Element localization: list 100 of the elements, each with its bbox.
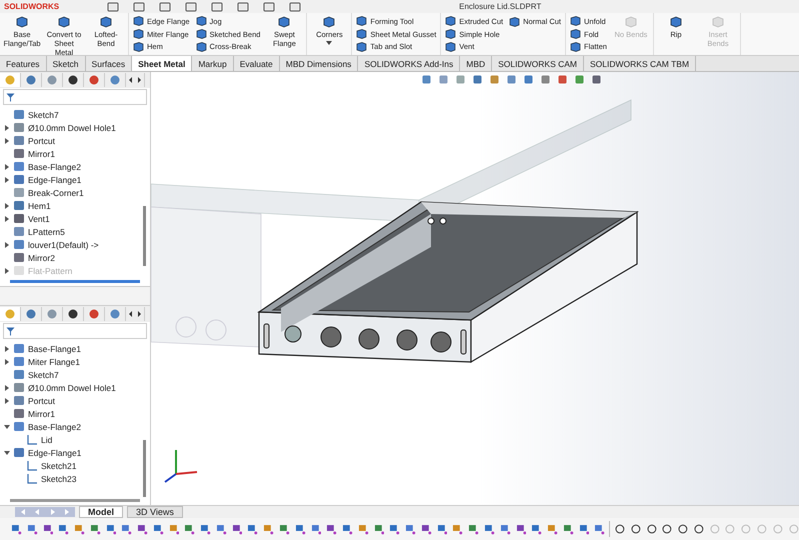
toolbar-icon[interactable] [237, 2, 250, 12]
toolbar-icon[interactable] [42, 523, 54, 535]
toolbar-icon[interactable] [262, 523, 274, 535]
sketch-tool-icon[interactable] [614, 523, 626, 535]
toolbar-icon[interactable] [498, 523, 510, 535]
toolbar-icon[interactable] [593, 523, 606, 535]
toolbar-icon[interactable] [546, 523, 558, 535]
expander-icon[interactable] [4, 424, 10, 430]
tree-item[interactable]: Vent1 [28, 214, 50, 224]
tree-item[interactable]: Base-Flange1 [28, 344, 81, 354]
expander-icon[interactable] [4, 242, 10, 248]
sketch-tool-icon[interactable] [630, 523, 642, 535]
tree-item[interactable]: Base-Flange2 [28, 162, 81, 172]
tree-item[interactable]: Lid [41, 434, 52, 444]
toolbar-icon[interactable] [278, 523, 290, 535]
view-toolbar-icon[interactable] [540, 74, 551, 85]
toolbar-icon[interactable] [10, 523, 22, 535]
view-toolbar-icon[interactable] [523, 74, 534, 85]
toolbar-icon[interactable] [530, 523, 542, 535]
tree-item[interactable]: Miter Flange1 [28, 356, 80, 366]
toolbar-icon[interactable] [263, 2, 276, 12]
toolbar-icon[interactable] [562, 523, 574, 535]
sketch-tool-icon[interactable] [677, 523, 689, 535]
toolbar-icon[interactable] [325, 523, 338, 535]
toolbar-icon[interactable] [211, 2, 224, 12]
expander-icon[interactable] [4, 138, 10, 144]
tree-item[interactable]: Ø10.0mm Dowel Hole1 [28, 382, 116, 392]
expander-icon[interactable] [4, 164, 10, 170]
tree-item[interactable]: Hem1 [28, 200, 51, 210]
view-tab[interactable]: 3D Views [127, 506, 183, 518]
toolbar-icon[interactable] [185, 2, 198, 12]
tree-item[interactable]: Mirror1 [28, 148, 55, 158]
expander-icon[interactable] [4, 216, 10, 222]
toolbar-icon[interactable] [372, 523, 384, 535]
toolbar-icon[interactable] [289, 2, 302, 12]
toolbar-icon[interactable] [310, 523, 322, 535]
toolbar-icon[interactable] [230, 523, 242, 535]
tree-item[interactable]: louver1(Default) -> [28, 240, 99, 250]
view-toolbar-icon[interactable] [421, 74, 432, 85]
expander-icon[interactable] [4, 358, 10, 364]
expander-icon[interactable] [4, 450, 10, 456]
toolbar-icon[interactable] [120, 523, 132, 535]
view-tab[interactable]: Model [79, 506, 123, 518]
tree-item[interactable]: Sketch21 [41, 460, 76, 470]
view-toolbar-icon[interactable] [506, 74, 517, 85]
tree-item[interactable]: Sketch23 [41, 474, 76, 484]
toolbar-icon[interactable] [168, 523, 180, 535]
toolbar-icon[interactable] [57, 523, 70, 535]
toolbar-icon[interactable] [246, 523, 258, 535]
sketch-tool-icon[interactable] [646, 523, 658, 535]
tree-item[interactable]: Edge-Flange1 [28, 448, 82, 458]
toolbar-icon[interactable] [404, 523, 416, 535]
tree-item[interactable]: LPattern5 [28, 226, 65, 236]
expander-icon[interactable] [4, 346, 10, 352]
toolbar-icon[interactable] [152, 523, 164, 535]
toolbar-icon[interactable] [26, 523, 38, 535]
toolbar-icon[interactable] [73, 523, 85, 535]
toolbar-icon[interactable] [294, 523, 306, 535]
toolbar-icon[interactable] [107, 2, 120, 12]
toolbar-icon[interactable] [159, 2, 172, 12]
toolbar-icon[interactable] [183, 523, 196, 535]
toolbar-icon[interactable] [451, 523, 464, 535]
expander-icon[interactable] [4, 384, 10, 390]
tree-item[interactable]: Break-Corner1 [28, 188, 84, 198]
expander-icon[interactable] [4, 124, 10, 130]
toolbar-icon[interactable] [578, 523, 590, 535]
toolbar-icon[interactable] [214, 523, 227, 535]
toolbar-icon[interactable] [356, 523, 369, 535]
tree-item[interactable]: Mirror2 [28, 252, 55, 262]
toolbar-icon[interactable] [514, 523, 526, 535]
sketch-tool-icon[interactable] [661, 523, 674, 535]
toolbar-icon[interactable] [136, 523, 148, 535]
tree-item[interactable]: Mirror1 [28, 408, 55, 418]
toolbar-icon[interactable] [199, 523, 211, 535]
tree-item[interactable]: Ø10.0mm Dowel Hole1 [28, 122, 116, 132]
view-toolbar-icon[interactable] [489, 74, 500, 85]
toolbar-icon[interactable] [436, 523, 448, 535]
view-toolbar-icon[interactable] [472, 74, 483, 85]
tree-item[interactable]: Portcut [28, 396, 55, 406]
tree-item[interactable]: Edge-Flange1 [28, 174, 82, 184]
view-toolbar-icon[interactable] [591, 74, 602, 85]
view-toolbar-icon[interactable] [438, 74, 449, 85]
tree-item[interactable]: Portcut [28, 136, 55, 146]
tree-item[interactable]: Base-Flange2 [28, 422, 81, 432]
view-toolbar-icon[interactable] [574, 74, 585, 85]
expander-icon[interactable] [4, 176, 10, 182]
expander-icon[interactable] [4, 202, 10, 208]
toolbar-icon[interactable] [341, 523, 353, 535]
toolbar-icon[interactable] [420, 523, 432, 535]
toolbar-icon[interactable] [388, 523, 400, 535]
toolbar-icon[interactable] [104, 523, 116, 535]
toolbar-icon[interactable] [88, 523, 101, 535]
tree-item[interactable]: Sketch7 [28, 110, 59, 120]
view-toolbar-icon[interactable] [557, 74, 568, 85]
toolbar-icon[interactable] [482, 523, 495, 535]
toolbar-icon[interactable] [133, 2, 146, 12]
toolbar-icon[interactable] [467, 523, 479, 535]
ribbon-tab[interactable]: Sheet Metal [132, 56, 192, 71]
expander-icon[interactable] [4, 398, 10, 404]
view-toolbar-icon[interactable] [455, 74, 466, 85]
